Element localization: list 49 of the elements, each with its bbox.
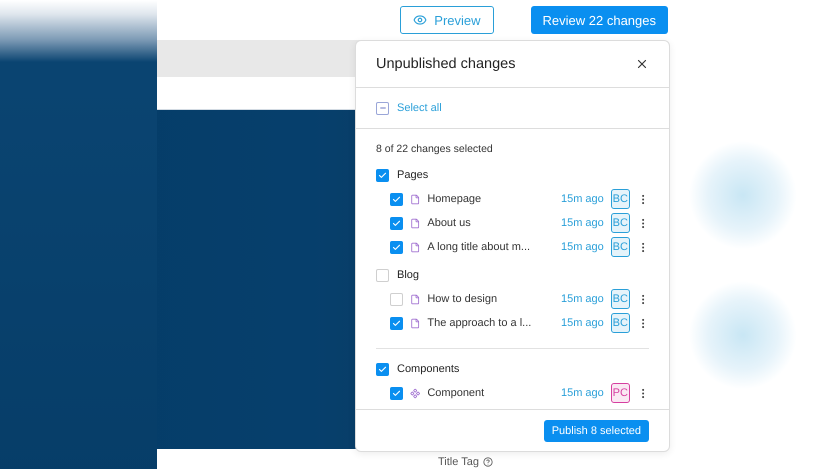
item-time: 15m ago (560, 241, 604, 253)
panel-title: Unpublished changes (376, 56, 516, 72)
author-avatar: BC (610, 189, 630, 209)
check-icon (392, 242, 401, 252)
author-avatar: BC (610, 313, 630, 333)
group-checkbox[interactable] (376, 268, 389, 282)
author-avatar: PC (610, 383, 630, 403)
check-icon (392, 194, 401, 204)
item-title[interactable]: How to design (427, 293, 548, 305)
item-checkbox[interactable] (390, 216, 403, 230)
group-label: Blog (397, 269, 420, 281)
item-time: 15m ago (560, 293, 604, 305)
item-checkbox[interactable] (390, 192, 403, 206)
component-icon (410, 388, 420, 398)
author-avatar: BC (610, 213, 630, 233)
document-icon (410, 218, 420, 228)
author-avatar: BC (610, 289, 630, 309)
item-checkbox[interactable] (390, 240, 403, 254)
help-icon (482, 457, 493, 467)
check-icon (378, 170, 387, 180)
author-avatar: BC (610, 237, 630, 257)
document-icon (410, 242, 420, 252)
document-icon (410, 294, 420, 304)
eye-icon (413, 13, 428, 27)
document-icon (410, 194, 420, 204)
select-all-checkbox[interactable] (376, 102, 389, 115)
field-label: Title Tag (438, 456, 493, 468)
item-title[interactable]: Homepage (427, 193, 548, 205)
item-time: 15m ago (560, 387, 604, 399)
item-time: 15m ago (560, 317, 604, 329)
item-title[interactable]: About us (427, 217, 548, 229)
item-title[interactable]: Component (427, 387, 548, 399)
item-checkbox[interactable] (390, 316, 403, 330)
item-title[interactable]: A long title about m... (427, 241, 548, 253)
group-checkbox[interactable] (376, 362, 389, 376)
item-time: 15m ago (560, 217, 604, 229)
item-title[interactable]: The approach to a l... (427, 317, 548, 329)
selection-summary: 8 of 22 changes selected (376, 143, 494, 155)
check-icon (392, 218, 401, 228)
group-checkbox[interactable] (376, 168, 389, 182)
check-icon (378, 364, 387, 374)
group-label: Components (397, 363, 460, 375)
item-checkbox[interactable] (390, 386, 403, 400)
check-icon (392, 388, 401, 398)
group-label: Pages (397, 169, 428, 181)
item-time: 15m ago (560, 193, 604, 205)
item-checkbox[interactable] (390, 292, 403, 306)
check-icon (392, 318, 401, 328)
document-icon (410, 318, 420, 328)
